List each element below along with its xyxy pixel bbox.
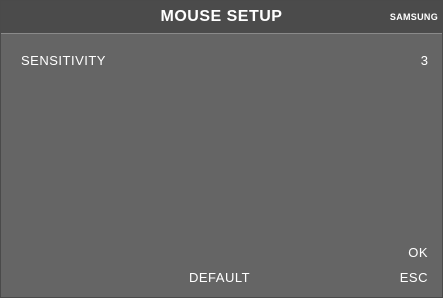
mouse-setup-screen: MOUSE SETUP SAMSUNG SENSITIVITY 3 OK DEF… xyxy=(0,0,443,298)
esc-button[interactable]: ESC xyxy=(400,270,428,285)
ok-button[interactable]: OK xyxy=(408,245,428,260)
title-bar: MOUSE SETUP SAMSUNG xyxy=(1,1,442,34)
default-button[interactable]: DEFAULT xyxy=(189,270,250,285)
page-title: MOUSE SETUP xyxy=(160,8,283,25)
samsung-logo: SAMSUNG xyxy=(389,12,438,22)
sensitivity-label[interactable]: SENSITIVITY xyxy=(21,53,106,68)
sensitivity-value[interactable]: 3 xyxy=(421,53,428,68)
